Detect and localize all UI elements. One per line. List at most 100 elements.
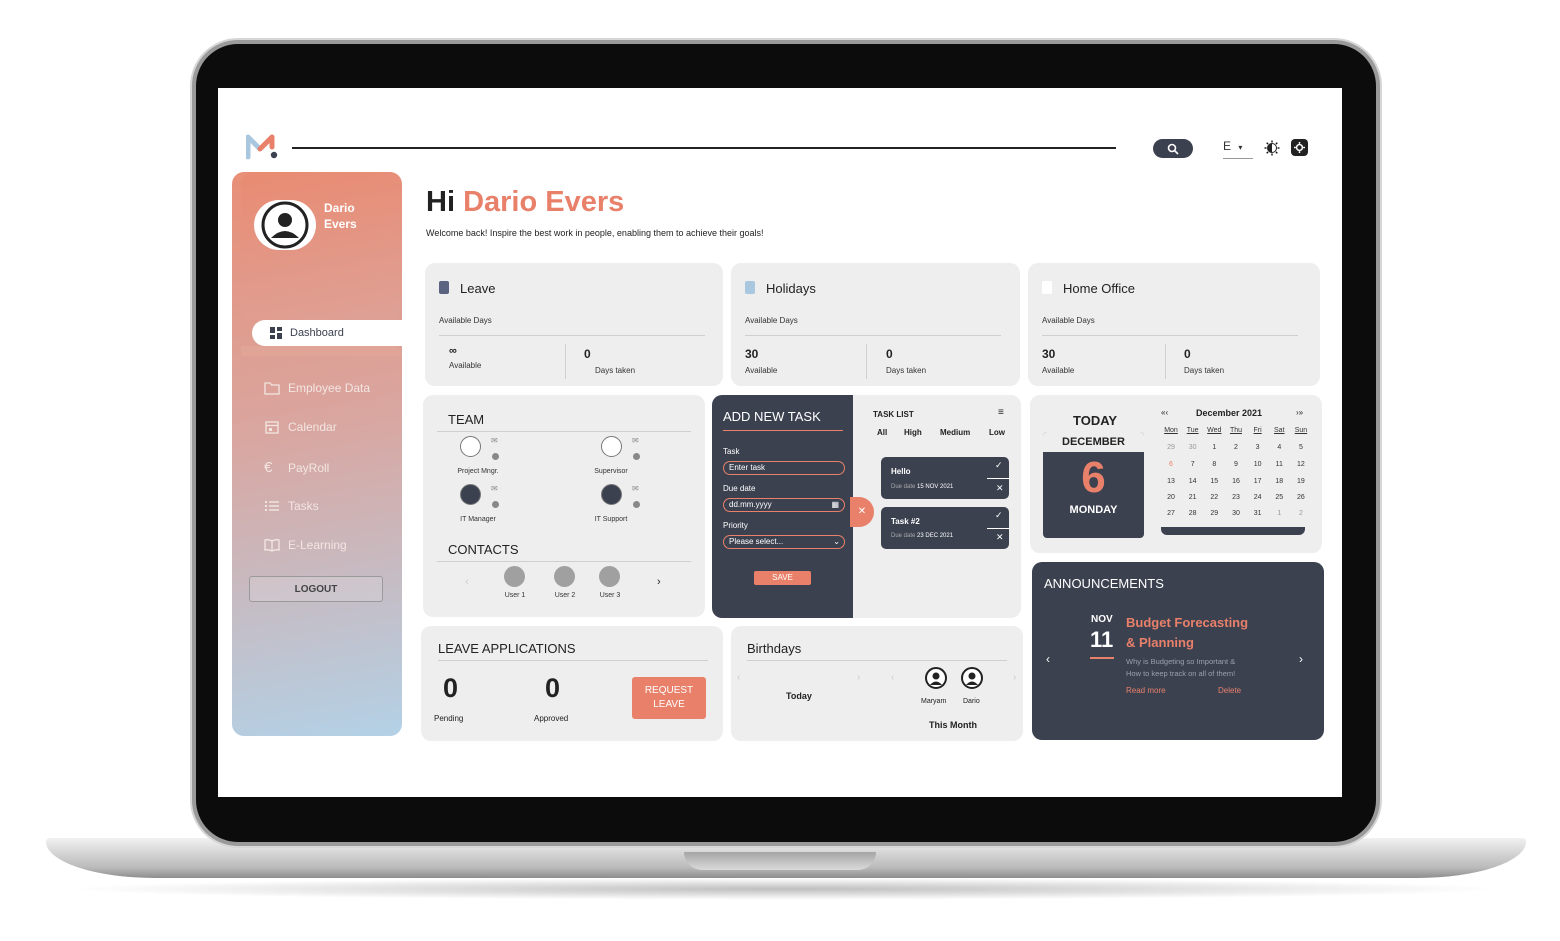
sidebar-item-employee-data[interactable]: Employee Data [264,381,370,395]
info-icon[interactable] [492,453,499,460]
sidebar-item-tasks[interactable]: Tasks [264,499,319,513]
filter-low[interactable]: Low [989,428,1005,437]
calendar-day[interactable]: 30 [1226,510,1246,517]
team-member-avatar[interactable] [601,436,622,457]
calendar-next-button[interactable]: ›» [1296,408,1303,417]
mail-icon[interactable]: ✉ [491,436,498,445]
today-prev-arrow[interactable]: ‹ [737,672,740,683]
calendar-day[interactable]: 10 [1248,461,1268,468]
task-item[interactable]: Hello Due date 15 NOV 2021 ✓ ✕ [881,457,1009,499]
calendar-day[interactable]: 2 [1291,510,1311,517]
theme-toggle-icon[interactable] [1264,140,1280,161]
info-icon[interactable] [492,501,499,508]
search-bar-line[interactable] [292,147,1116,149]
contact-avatar[interactable] [504,566,525,587]
due-date-input[interactable]: dd.mm.yyyy ▦ [723,498,845,512]
filter-high[interactable]: High [904,428,922,437]
calendar-day[interactable]: 20 [1161,494,1181,501]
calendar-day[interactable]: 1 [1269,510,1289,517]
team-member-avatar[interactable] [460,484,481,505]
calendar-day[interactable]: 29 [1161,444,1181,451]
contact-avatar[interactable] [554,566,575,587]
close-icon[interactable]: ✕ [996,483,1004,494]
calendar-day[interactable]: 11 [1269,461,1289,468]
calendar-day[interactable]: 31 [1248,510,1268,517]
filter-medium[interactable]: Medium [940,428,970,437]
request-leave-button[interactable]: REQUEST LEAVE [632,677,706,719]
calendar-day[interactable]: 28 [1183,510,1203,517]
calendar-day[interactable]: 7 [1183,461,1203,468]
avatar[interactable] [961,667,983,689]
calendar-day[interactable]: 26 [1291,494,1311,501]
calendar-week: 27 28 29 30 31 1 2 [1161,510,1311,517]
calendar-day[interactable]: 21 [1183,494,1203,501]
calendar-day[interactable]: 17 [1248,478,1268,485]
calendar-day[interactable]: 30 [1183,444,1203,451]
calendar-day[interactable]: 4 [1269,444,1289,451]
logout-button[interactable]: LOGOUT [249,576,383,602]
delete-link[interactable]: Delete [1218,686,1241,695]
filter-icon[interactable]: ≡ [998,407,1004,418]
calendar-day[interactable]: 12 [1291,461,1311,468]
priority-select[interactable]: Please select... ⌄ [723,535,845,549]
holidays-taken-label: Days taken [886,366,927,375]
contact-avatar[interactable] [599,566,620,587]
calendar-day[interactable]: 15 [1204,478,1224,485]
language-select[interactable]: E ▾ [1223,139,1253,159]
calendar-day[interactable]: 5 [1291,444,1311,451]
avatar[interactable] [254,200,316,250]
task-input[interactable]: Enter task [723,461,845,475]
calendar-icon[interactable]: ▦ [831,499,839,511]
month-prev-arrow[interactable]: ‹ [891,672,894,683]
info-icon[interactable] [633,501,640,508]
calendar-day-today[interactable]: 6 [1161,461,1181,468]
calendar-day[interactable]: 14 [1183,478,1203,485]
calendar-day[interactable]: 23 [1226,494,1246,501]
filter-all[interactable]: All [877,428,887,437]
sidebar-item-dashboard[interactable]: Dashboard [252,320,402,346]
app-logo[interactable] [245,133,280,161]
calendar-day[interactable]: 18 [1269,478,1289,485]
task-item[interactable]: Task #2 Due date 23 DEC 2021 ✓ ✕ [881,507,1009,549]
team-member-avatar[interactable] [601,484,622,505]
calendar-day[interactable]: 22 [1204,494,1224,501]
check-icon[interactable]: ✓ [995,510,1003,521]
search-button[interactable] [1153,139,1193,158]
today-next-arrow[interactable]: › [857,672,860,683]
calendar-day[interactable]: 1 [1204,444,1224,451]
read-more-link[interactable]: Read more [1126,686,1166,695]
calendar-day[interactable]: 8 [1204,461,1224,468]
calendar-prev-button[interactable]: «‹ [1161,408,1168,417]
sidebar-item-payroll[interactable]: € PayRoll [264,459,329,476]
info-icon[interactable] [633,453,640,460]
mail-icon[interactable]: ✉ [632,436,639,445]
calendar-day[interactable]: 3 [1248,444,1268,451]
mail-icon[interactable]: ✉ [632,484,639,493]
calendar-day[interactable]: 9 [1226,461,1246,468]
close-icon[interactable]: ✕ [850,497,874,527]
calendar-day[interactable]: 16 [1226,478,1246,485]
calendar-day[interactable]: 13 [1161,478,1181,485]
announcement-prev-arrow[interactable]: ‹ [1046,652,1050,666]
avatar[interactable] [925,667,947,689]
month-next-arrow[interactable]: › [1013,672,1016,683]
save-button[interactable]: SAVE [754,571,811,585]
mail-icon[interactable]: ✉ [491,484,498,493]
calendar-day[interactable]: 27 [1161,510,1181,517]
calendar-day[interactable]: 29 [1204,510,1224,517]
calendar-day[interactable]: 2 [1226,444,1246,451]
sidebar-item-calendar[interactable]: Calendar [264,420,337,434]
announcement-next-arrow[interactable]: › [1299,652,1303,666]
close-icon[interactable]: ✕ [996,532,1004,543]
calendar-day[interactable]: 24 [1248,494,1268,501]
announcement-headline[interactable]: Budget Forecasting & Planning [1126,613,1248,653]
contacts-prev-arrow[interactable]: ‹ [465,576,469,588]
settings-button[interactable] [1291,139,1308,156]
sidebar-item-e-learning[interactable]: E-Learning [264,538,347,552]
team-member-avatar[interactable] [460,436,481,457]
team-member-role: Supervisor [594,468,628,475]
check-icon[interactable]: ✓ [995,460,1003,471]
contacts-next-arrow[interactable]: › [657,576,661,588]
calendar-day[interactable]: 19 [1291,478,1311,485]
calendar-day[interactable]: 25 [1269,494,1289,501]
